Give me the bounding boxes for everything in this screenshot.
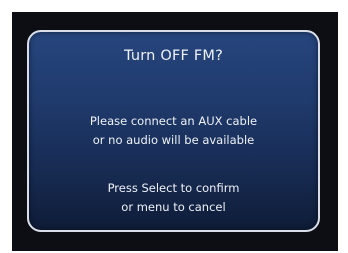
display-screen: Turn OFF FM? Please connect an AUX cable… [12,12,338,251]
dialog-message: Please connect an AUX cable or no audio … [29,112,318,150]
dialog-title: Turn OFF FM? [123,48,223,64]
message-line-2: or no audio will be available [92,133,255,147]
instruction-line-2: or menu to cancel [121,200,226,214]
dialog-instructions: Press Select to confirm or menu to cance… [29,179,318,217]
confirm-dialog: Turn OFF FM? Please connect an AUX cable… [27,30,320,232]
instruction-line-1: Press Select to confirm [107,181,240,195]
message-line-1: Please connect an AUX cable [89,114,258,128]
